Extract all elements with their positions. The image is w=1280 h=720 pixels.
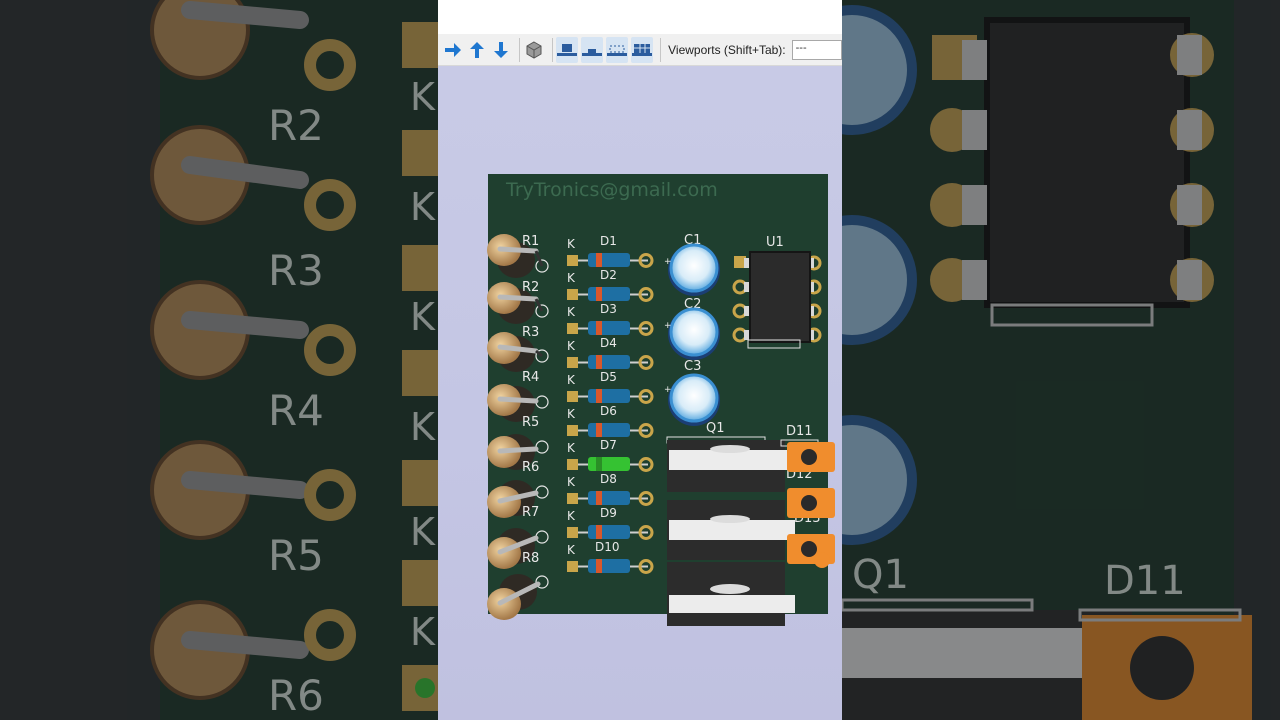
3d-viewer-window: Viewports (Shift+Tab): --- TryTronics@gm… bbox=[438, 0, 842, 720]
cathode-k-10: K bbox=[567, 543, 576, 557]
zoom-label-r6: R6 bbox=[268, 671, 324, 720]
cathode-k-8: K bbox=[567, 475, 576, 489]
label-r4: R4 bbox=[522, 370, 539, 385]
pcb-render: TryTronics@gmail.com R1 R2 R3 R4 R5 R6 R… bbox=[487, 174, 835, 626]
label-r6: R6 bbox=[522, 460, 539, 475]
label-d7: D7 bbox=[600, 438, 617, 452]
label-r1: R1 bbox=[522, 234, 539, 249]
zoom-k-1: K bbox=[410, 75, 436, 119]
zoom-label-r2: R2 bbox=[268, 101, 324, 150]
label-r3: R3 bbox=[522, 325, 539, 340]
capacitor-group: C1 C2 C3 +++ bbox=[664, 233, 720, 426]
zoom-label-r3: R3 bbox=[268, 246, 324, 295]
zoom-label-r5: R5 bbox=[268, 531, 324, 580]
zoomed-background-right: Q1 D11 bbox=[842, 0, 1280, 720]
zoom-label-r4: R4 bbox=[268, 386, 324, 435]
label-d9: D9 bbox=[600, 506, 617, 520]
label-r2: R2 bbox=[522, 280, 539, 295]
zoom-k-2: K bbox=[410, 185, 436, 229]
zoomed-background-left: R2 R3 R4 R5 R6 K K K K K K bbox=[0, 0, 438, 720]
svg-text:+: + bbox=[664, 321, 672, 331]
label-d6: D6 bbox=[600, 404, 617, 418]
label-d4: D4 bbox=[600, 336, 617, 350]
label-r7: R7 bbox=[522, 505, 539, 520]
label-q1: Q1 bbox=[706, 421, 725, 436]
silkscreen-email: TryTronics@gmail.com bbox=[505, 179, 718, 201]
label-d2: D2 bbox=[600, 268, 617, 282]
label-u1: U1 bbox=[766, 235, 784, 250]
zoom-k-3: K bbox=[410, 295, 436, 339]
transistor-q1: Q1 bbox=[666, 421, 795, 626]
label-d1: D1 bbox=[600, 234, 617, 248]
label-d10: D10 bbox=[595, 540, 620, 554]
cathode-k-7: K bbox=[567, 441, 576, 455]
cathode-k-4: K bbox=[567, 339, 576, 353]
svg-text:+: + bbox=[664, 257, 672, 267]
label-d8: D8 bbox=[600, 472, 617, 486]
cathode-k-1: K bbox=[567, 237, 576, 251]
zoom-k-6: K bbox=[410, 610, 436, 654]
cathode-k-5: K bbox=[567, 373, 576, 387]
zoom-k-4: K bbox=[410, 405, 436, 449]
cathode-k-3: K bbox=[567, 305, 576, 319]
label-r5: R5 bbox=[522, 415, 539, 430]
svg-text:+: + bbox=[664, 385, 672, 395]
right-diodes: D11 D12 D13 bbox=[780, 424, 835, 568]
label-d5: D5 bbox=[600, 370, 617, 384]
zoom-k-5: K bbox=[410, 510, 436, 554]
cathode-k-9: K bbox=[567, 509, 576, 523]
cathode-k-6: K bbox=[567, 407, 576, 421]
label-r8: R8 bbox=[522, 551, 539, 566]
label-d11: D11 bbox=[786, 424, 813, 439]
cathode-k-2: K bbox=[567, 271, 576, 285]
zoom-label-d11: D11 bbox=[1104, 558, 1186, 604]
zoom-label-q1: Q1 bbox=[852, 552, 909, 598]
label-d3: D3 bbox=[600, 302, 617, 316]
label-c3: C3 bbox=[684, 359, 701, 374]
